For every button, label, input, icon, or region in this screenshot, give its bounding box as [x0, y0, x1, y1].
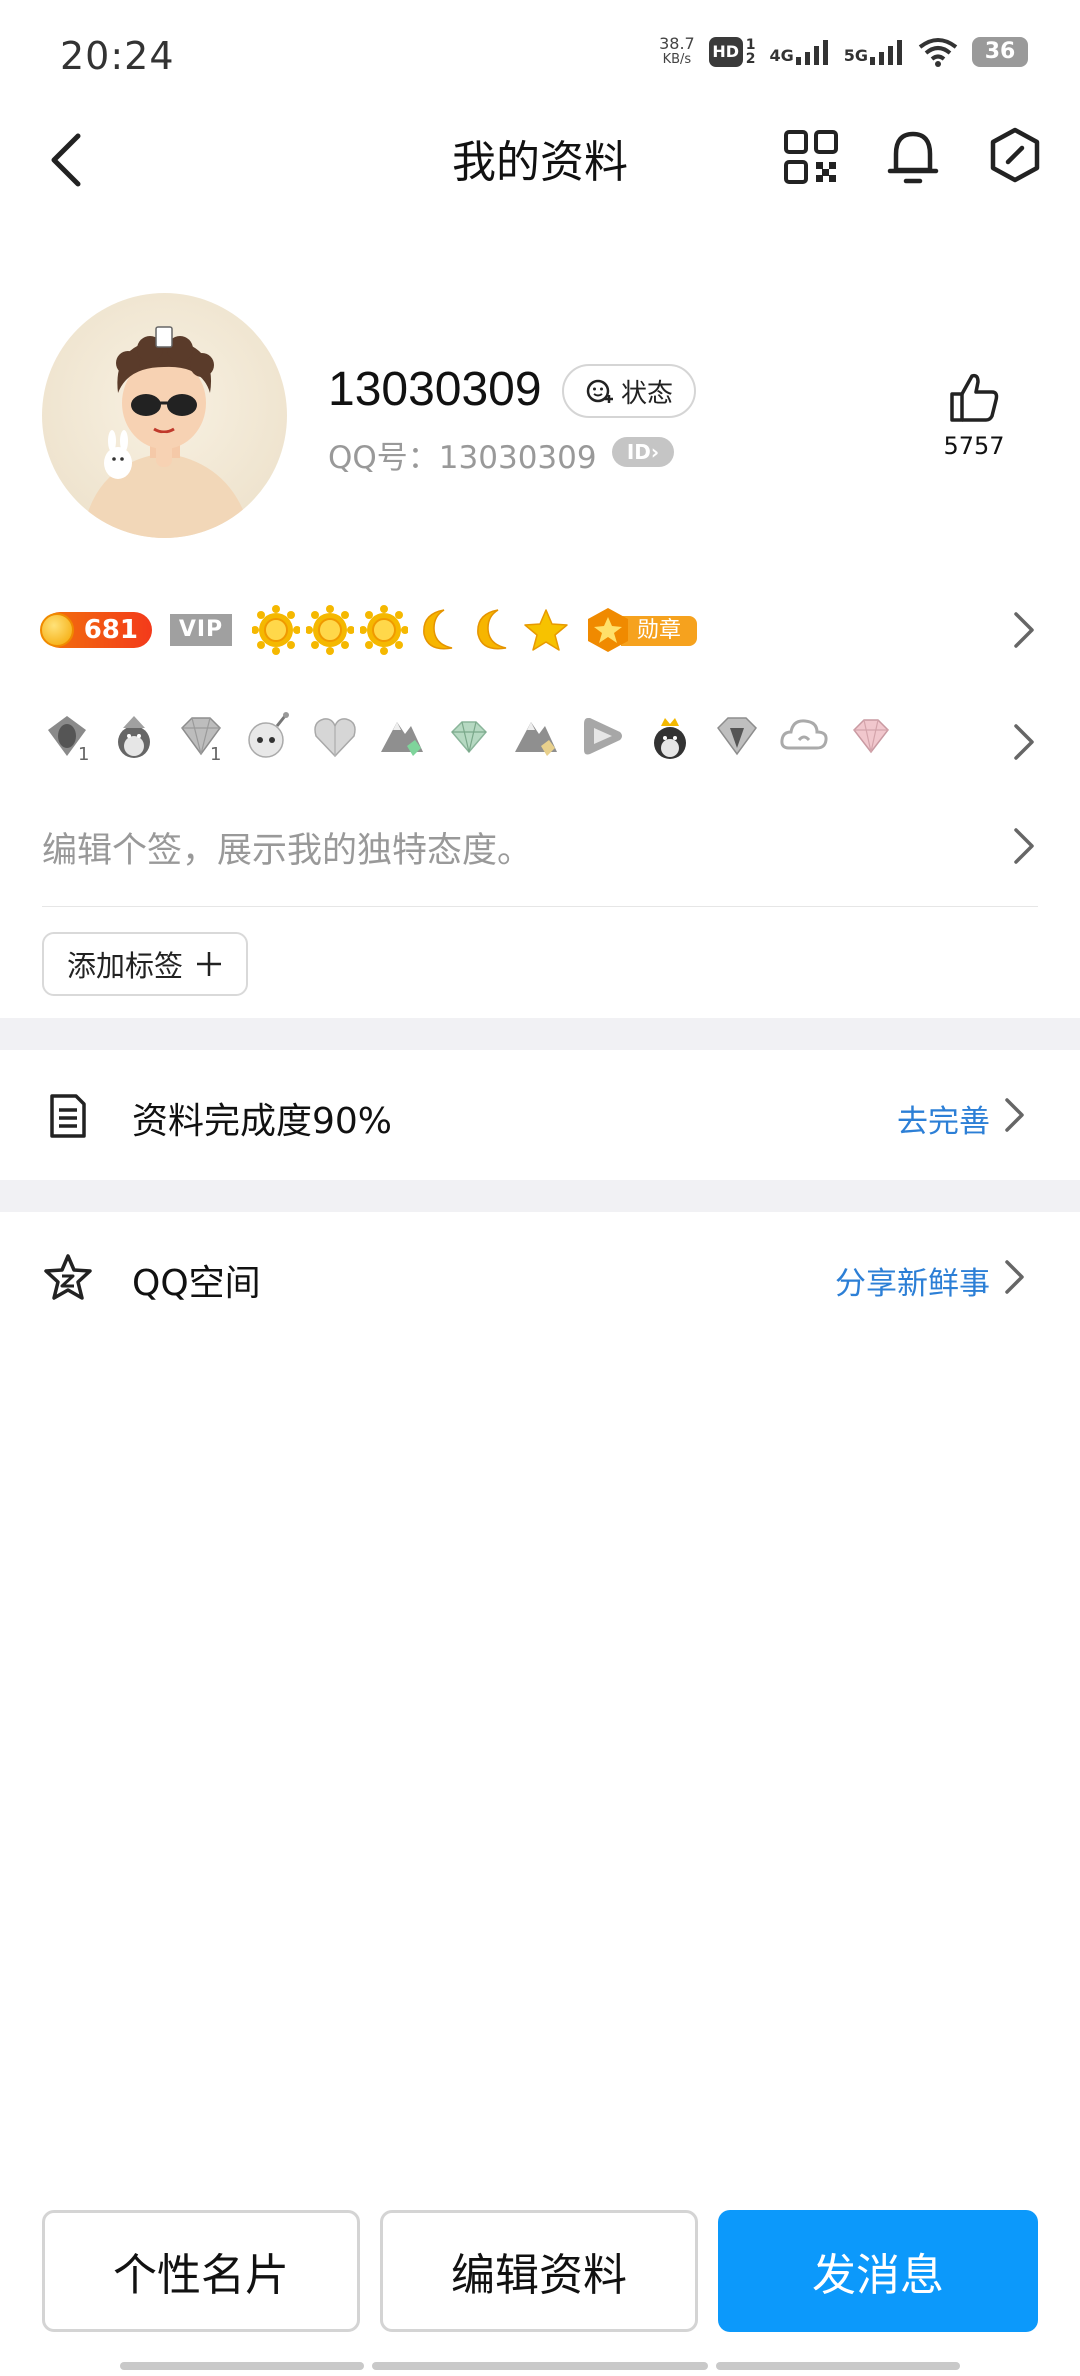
nav-bar: 我的资料 [0, 110, 1080, 230]
vip-badge: VIP [170, 614, 232, 646]
net-gen-4g: 4G [769, 46, 794, 65]
qr-code-icon[interactable] [780, 120, 842, 192]
profile-completeness-row[interactable]: 资料完成度90% 去完善 [0, 1050, 1080, 1180]
nav-actions [780, 120, 1046, 192]
section-divider [0, 1180, 1080, 1212]
penguin-badge-icon: 1 [48, 716, 89, 762]
level-icons [252, 604, 570, 656]
hd-badge: HD [708, 37, 743, 67]
id-badge-label: ID [626, 440, 651, 464]
bomb-icon [248, 712, 289, 758]
sun-icon [252, 605, 300, 655]
mountain-gold-icon [515, 722, 557, 756]
level-number: 681 [83, 615, 138, 645]
completeness-action[interactable]: 去完善 [897, 1096, 990, 1141]
medal-label: 勋章 [621, 616, 697, 646]
id-badge[interactable]: ID› [612, 437, 674, 467]
section-divider [0, 1018, 1080, 1050]
add-tag-label: 添加标签 [66, 949, 183, 983]
play-icon [584, 718, 622, 755]
wifi-icon [918, 38, 958, 67]
profile-card-label: 个性名片 [113, 2250, 289, 2301]
home-indicator [716, 2362, 960, 2370]
signal-5g: 5G [844, 39, 904, 65]
qzone-star-icon [44, 1254, 92, 1300]
signal-bars-icon [870, 40, 902, 65]
nickname: 13030309 [328, 363, 542, 416]
chevron-right-icon [1014, 828, 1034, 864]
qq-number: QQ号：13030309 [328, 440, 597, 476]
signature-placeholder[interactable]: 编辑个签，展示我的独特态度。 [42, 822, 532, 873]
gem-icon [450, 721, 488, 754]
cloud-icon [780, 719, 828, 750]
sim-slot-label: 1 2 [745, 37, 756, 67]
edit-profile-button[interactable]: 编辑资料 [380, 2210, 698, 2332]
completeness-label: 资料完成度90% [132, 1101, 393, 1142]
chevron-right-icon [1014, 612, 1034, 648]
hd-indicator: HD 1 2 [708, 37, 756, 67]
chevron-right-icon [1005, 1098, 1024, 1132]
signal-bars-icon [795, 40, 828, 65]
document-icon [50, 1094, 86, 1138]
medal-icon [588, 608, 628, 652]
divider [42, 906, 1038, 907]
qzone-row[interactable]: QQ空间 分享新鲜事 [0, 1212, 1080, 1342]
like-button[interactable]: 5757 [920, 370, 1028, 470]
chevron-right-icon [1014, 724, 1034, 760]
level-pill: 681 [40, 612, 152, 648]
bell-icon[interactable] [882, 120, 944, 192]
star-icon [524, 609, 568, 651]
thumbs-up-icon [950, 373, 999, 422]
achievement-icons: 1 1 [42, 710, 896, 762]
diamond-icon: 1 [181, 717, 221, 762]
achievement-icons-row[interactable]: 1 1 [42, 710, 1038, 766]
status-label: 状态 [620, 378, 673, 409]
medal-badge: 勋章 [585, 606, 701, 654]
status-button[interactable]: 状态 [562, 364, 696, 418]
send-message-label: 发消息 [812, 2250, 944, 2301]
moon-icon [423, 609, 453, 650]
send-message-button[interactable]: 发消息 [718, 2210, 1038, 2332]
profile-card-button[interactable]: 个性名片 [42, 2210, 360, 2332]
settings-hex-icon[interactable] [984, 120, 1046, 192]
status-add-icon [586, 379, 613, 403]
qzone-label: QQ空间 [132, 1263, 261, 1304]
chevron-right-icon [1005, 1260, 1024, 1294]
diamond-dark-icon [717, 717, 757, 756]
status-time: 20:24 [60, 34, 175, 78]
qzone-action[interactable]: 分享新鲜事 [835, 1258, 990, 1303]
signal-4g: 4G [769, 39, 829, 65]
like-count: 5757 [943, 432, 1005, 460]
id-badge-arrow-icon: › [650, 440, 660, 464]
level-coin-icon [40, 613, 74, 647]
network-speed-value: 38.7 [659, 34, 695, 53]
mountain-icon [381, 722, 423, 756]
status-icons: 38.7 KB/s HD 1 2 4G 5G 36 [659, 36, 1028, 68]
home-indicator [120, 2362, 364, 2370]
penguin-hat-icon [118, 716, 150, 758]
plus-icon [197, 952, 221, 976]
avatar-illustration [82, 326, 252, 538]
battery-indicator: 36 [972, 37, 1028, 67]
pink-gem-icon [853, 719, 889, 754]
svg-text:1: 1 [210, 744, 221, 762]
edit-profile-label: 编辑资料 [451, 2250, 627, 2301]
sun-icon [306, 605, 354, 655]
avatar[interactable] [42, 293, 287, 538]
sun-icon [360, 605, 408, 655]
net-gen-5g: 5G [843, 46, 868, 65]
moon-icon [477, 609, 507, 650]
level-badges-row[interactable]: 681 VIP 勋章 [40, 604, 1038, 660]
network-speed-unit: KB/s [662, 52, 692, 67]
status-bar: 20:24 38.7 KB/s HD 1 2 4G 5G 36 [0, 0, 1080, 110]
svg-text:1: 1 [78, 744, 89, 762]
home-indicator [372, 2362, 708, 2370]
penguin-crown-icon [654, 718, 686, 759]
add-tag-button[interactable]: 添加标签 [42, 932, 248, 996]
heart-icon [314, 718, 356, 758]
network-speed: 38.7 KB/s [659, 36, 695, 68]
